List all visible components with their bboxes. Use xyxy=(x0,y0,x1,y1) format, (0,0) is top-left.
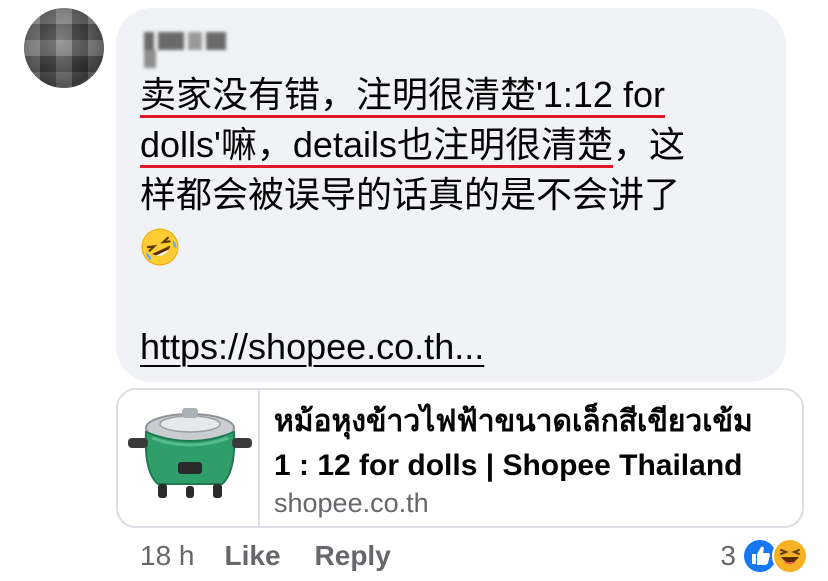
comment-text-line-3: 样都会被误导的话真的是不会讲了 xyxy=(140,170,770,220)
comment-actions: 18 h Like Reply xyxy=(140,536,425,576)
haha-reaction-icon xyxy=(772,538,808,574)
plain-text: ，这 xyxy=(612,124,685,165)
preview-thumbnail xyxy=(118,390,260,526)
comment-bubble: 卖家没有错，注明很清楚'1:12 for dolls'嘛，details也注明很… xyxy=(116,8,786,382)
comment-text-line-2: dolls'嘛，details也注明很清楚，这 xyxy=(140,120,770,170)
comment-link[interactable]: https://shopee.co.th... xyxy=(140,326,484,368)
reply-button[interactable]: Reply xyxy=(315,540,391,572)
underlined-text: dolls'嘛，details也注明很清楚 xyxy=(140,124,613,165)
comment-text-line-1: 卖家没有错，注明很清楚'1:12 for xyxy=(140,70,770,120)
comment-timestamp[interactable]: 18 h xyxy=(140,540,195,572)
like-button[interactable]: Like xyxy=(225,540,281,572)
avatar[interactable] xyxy=(24,8,104,88)
reactions-summary[interactable]: 3 xyxy=(720,536,808,576)
preview-domain: shopee.co.th xyxy=(274,488,429,518)
comment-author-name[interactable] xyxy=(144,32,240,69)
plain-text: 样都会被误导的话真的是不会讲了 xyxy=(140,174,681,215)
rice-cooker-icon xyxy=(128,408,252,498)
preview-title-line-1: หม้อหุงข้าวไฟฟ้าขนาดเล็กสีเขียวเข้ม xyxy=(274,405,753,438)
underlined-text: 卖家没有错，注明很清楚'1:12 for xyxy=(140,74,665,115)
comment-text-line-4 xyxy=(140,220,770,270)
link-preview-card[interactable]: หม้อหุงข้าวไฟฟ้าขนาดเล็กสีเขียวเข้ม 1 : … xyxy=(116,388,804,528)
rofl-emoji-icon xyxy=(141,228,179,266)
comment-text: 卖家没有错，注明很清楚'1:12 for dolls'嘛，details也注明很… xyxy=(140,70,770,270)
reaction-count: 3 xyxy=(720,540,736,571)
preview-title[interactable]: หม้อหุงข้าวไฟฟ้าขนาดเล็กสีเขียวเข้ม 1 : … xyxy=(274,400,794,488)
preview-title-line-2: 1 : 12 for dolls | Shopee Thailand xyxy=(274,449,743,482)
